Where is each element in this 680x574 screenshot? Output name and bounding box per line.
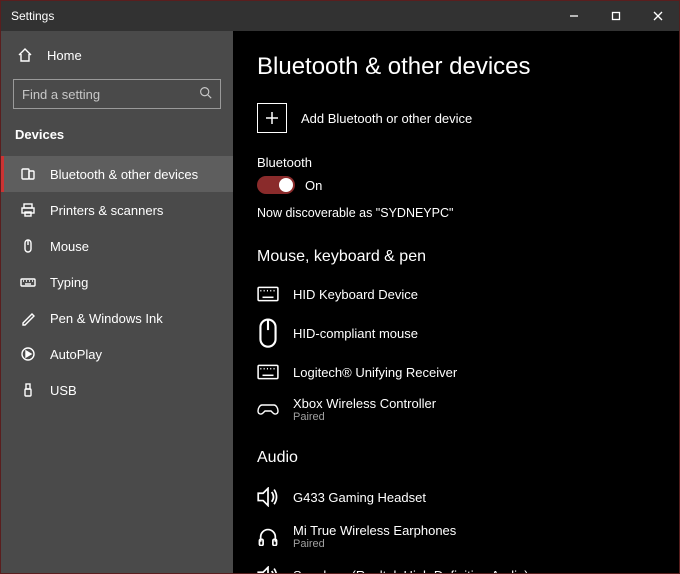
- sidebar-item-label: Mouse: [50, 239, 89, 254]
- pen-icon: [20, 310, 36, 326]
- sidebar-item-typing[interactable]: Typing: [1, 264, 233, 300]
- sidebar-item-mouse[interactable]: Mouse: [1, 228, 233, 264]
- sidebar-item-label: AutoPlay: [50, 347, 102, 362]
- speaker-icon: [257, 487, 279, 507]
- search-field[interactable]: [13, 79, 221, 109]
- device-item[interactable]: HID Keyboard Device: [257, 278, 655, 310]
- printer-icon: [20, 202, 36, 218]
- window-title: Settings: [11, 9, 54, 23]
- device-status: Paired: [293, 538, 456, 550]
- sidebar-item-autoplay[interactable]: AutoPlay: [1, 336, 233, 372]
- close-button[interactable]: [637, 1, 679, 31]
- discoverable-text: Now discoverable as "SYDNEYPC": [257, 206, 655, 220]
- keyboard-icon: [20, 274, 36, 290]
- sidebar-item-printers[interactable]: Printers & scanners: [1, 192, 233, 228]
- bluetooth-label: Bluetooth: [257, 155, 655, 170]
- device-name: Mi True Wireless Earphones: [293, 523, 456, 538]
- device-item[interactable]: Mi True Wireless Earphones Paired: [257, 515, 655, 558]
- sidebar: Home Devices Bluetooth & other devices P…: [1, 31, 233, 573]
- usb-icon: [20, 382, 36, 398]
- group-title-mouse: Mouse, keyboard & pen: [257, 248, 655, 266]
- nav-section-label: Devices: [1, 119, 233, 156]
- device-name: HID-compliant mouse: [293, 326, 418, 341]
- device-item[interactable]: Logitech® Unifying Receiver: [257, 356, 655, 388]
- keyboard-icon: [257, 286, 279, 302]
- sidebar-item-usb[interactable]: USB: [1, 372, 233, 408]
- search-icon: [199, 86, 212, 102]
- sidebar-item-label: Pen & Windows Ink: [50, 311, 163, 326]
- sidebar-item-bluetooth[interactable]: Bluetooth & other devices: [1, 156, 233, 192]
- plus-icon: [257, 103, 287, 133]
- gamepad-icon: [257, 403, 279, 417]
- search-input[interactable]: [22, 87, 192, 102]
- page-title: Bluetooth & other devices: [257, 53, 655, 81]
- toggle-state-label: On: [305, 178, 322, 193]
- sidebar-item-pen[interactable]: Pen & Windows Ink: [1, 300, 233, 336]
- sidebar-item-label: Typing: [50, 275, 88, 290]
- maximize-button[interactable]: [595, 1, 637, 31]
- autoplay-icon: [20, 346, 36, 362]
- device-name: Xbox Wireless Controller: [293, 396, 436, 411]
- minimize-button[interactable]: [553, 1, 595, 31]
- sidebar-item-label: Bluetooth & other devices: [50, 167, 198, 182]
- device-name: HID Keyboard Device: [293, 287, 418, 302]
- keyboard-icon: [257, 364, 279, 380]
- group-title-audio: Audio: [257, 449, 655, 467]
- home-icon: [17, 47, 33, 63]
- sidebar-item-label: USB: [50, 383, 77, 398]
- home-button[interactable]: Home: [1, 39, 233, 71]
- device-item[interactable]: Speakers (Realtek High Definition Audio): [257, 558, 655, 573]
- content-area: Bluetooth & other devices Add Bluetooth …: [233, 31, 679, 573]
- mouse-icon: [20, 238, 36, 254]
- device-status: Paired: [293, 411, 436, 423]
- sidebar-item-label: Printers & scanners: [50, 203, 163, 218]
- add-device-label: Add Bluetooth or other device: [301, 111, 472, 126]
- speaker-icon: [257, 566, 279, 573]
- device-name: Logitech® Unifying Receiver: [293, 365, 457, 380]
- device-name: G433 Gaming Headset: [293, 490, 426, 505]
- home-label: Home: [47, 48, 82, 63]
- device-item[interactable]: G433 Gaming Headset: [257, 479, 655, 515]
- mouse-icon: [257, 318, 279, 348]
- bluetooth-toggle[interactable]: [257, 176, 295, 194]
- device-name: Speakers (Realtek High Definition Audio): [293, 568, 529, 573]
- add-device-button[interactable]: Add Bluetooth or other device: [257, 103, 655, 133]
- device-item[interactable]: HID-compliant mouse: [257, 310, 655, 356]
- device-item[interactable]: Xbox Wireless Controller Paired: [257, 388, 655, 431]
- bluetooth-devices-icon: [20, 166, 36, 182]
- headphones-icon: [257, 527, 279, 547]
- titlebar: Settings: [1, 1, 679, 31]
